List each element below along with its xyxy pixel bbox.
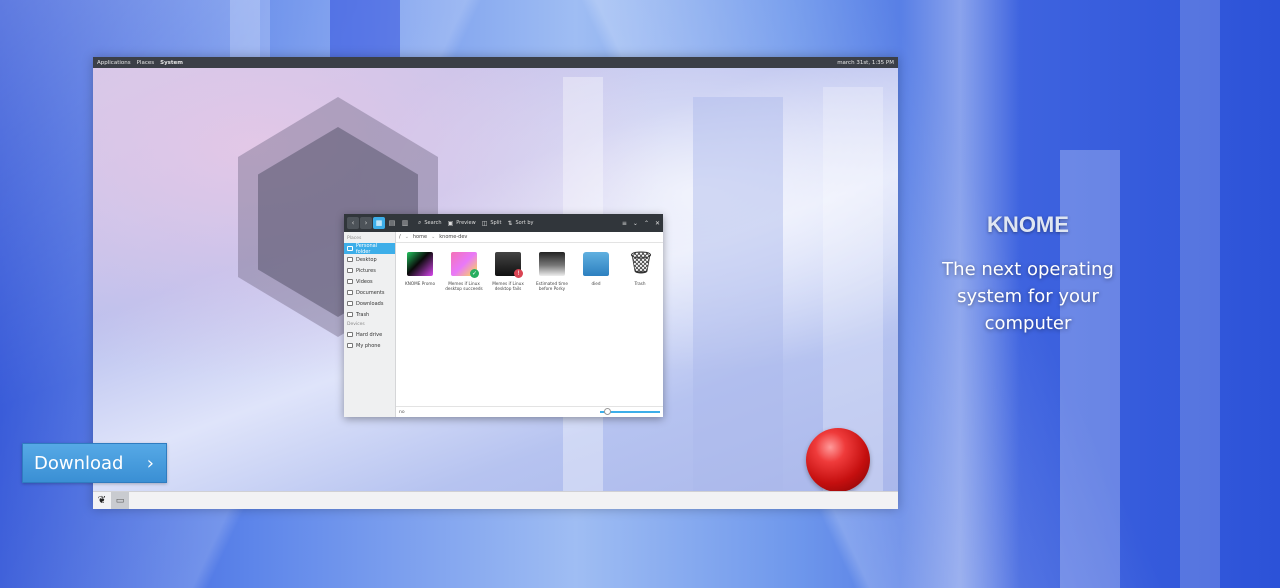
error-badge-icon: !	[514, 269, 523, 278]
brand-title: KNOME	[987, 212, 1069, 237]
sidebar-item-videos[interactable]: Videos	[344, 276, 395, 287]
search-icon: ⌕	[418, 219, 422, 226]
file-item[interactable]: ! Memes if Linux desktop fails	[488, 252, 528, 291]
file-manager-window: ‹ › ▦ ▤ ▥ ⌕ Search ▣ Preview ◫ Split ⇅ S…	[344, 214, 663, 417]
documents-icon	[347, 290, 353, 295]
gradient-file-icon	[539, 252, 565, 276]
minimize-icon[interactable]: ⌄	[633, 220, 638, 227]
file-item[interactable]: 🗑 Trash	[620, 252, 660, 291]
hamburger-menu-icon[interactable]: ≡	[622, 220, 627, 227]
forward-button[interactable]: ›	[360, 217, 372, 229]
maximize-icon[interactable]: ⌃	[644, 220, 649, 227]
file-manager-toolbar: ‹ › ▦ ▤ ▥ ⌕ Search ▣ Preview ◫ Split ⇅ S…	[344, 214, 663, 232]
icons-view-button[interactable]: ▦	[373, 217, 385, 229]
downloads-icon	[347, 301, 353, 306]
trash-icon	[347, 312, 353, 317]
menu-applications[interactable]: Applications	[97, 60, 131, 66]
status-text: no	[399, 409, 405, 415]
preview-button[interactable]: ▣ Preview	[448, 220, 476, 227]
sort-by-label: Sort by	[515, 220, 534, 226]
top-panel: Applications Places System march 31st, 1…	[93, 57, 898, 68]
file-item[interactable]: died	[576, 252, 616, 291]
status-bar: no	[396, 406, 663, 417]
red-orb-decoration	[806, 428, 870, 492]
taskbar-file-manager-icon[interactable]: ▭	[111, 491, 129, 509]
compact-view-button[interactable]: ▤	[386, 217, 398, 229]
sort-by-button[interactable]: ⇅ Sort by	[507, 220, 533, 227]
file-item[interactable]: KNOME Promo	[400, 252, 440, 291]
trash-icon: 🗑	[627, 251, 655, 276]
file-name: Trash	[634, 281, 646, 286]
home-icon	[347, 246, 353, 251]
zoom-slider[interactable]	[600, 408, 660, 415]
split-label: Split	[490, 220, 502, 226]
desktop-icon	[347, 257, 353, 262]
bottom-panel: ❦ ▭	[93, 491, 898, 509]
sidebar-item-documents[interactable]: Documents	[344, 287, 395, 298]
folder-icon: !	[495, 252, 523, 278]
chevron-down-icon[interactable]: ⌄	[405, 234, 409, 240]
breadcrumb-knome-dev[interactable]: knome-dev	[439, 234, 467, 240]
sort-icon: ⇅	[507, 219, 513, 227]
file-name: KNOME Promo	[404, 281, 436, 286]
video-file-icon	[407, 252, 433, 276]
sidebar-item-my-phone[interactable]: My phone	[344, 340, 395, 351]
pictures-icon	[347, 268, 353, 273]
search-label: Search	[424, 220, 442, 226]
check-badge-icon: ✓	[470, 269, 479, 278]
chevron-down-icon[interactable]: ⌄	[431, 234, 435, 240]
image-folder-icon: ✓	[451, 252, 479, 278]
preview-label: Preview	[456, 220, 476, 226]
details-view-button[interactable]: ▥	[399, 217, 411, 229]
chevron-right-icon: ›	[146, 452, 154, 474]
search-button[interactable]: ⌕ Search	[418, 219, 442, 227]
sidebar-item-trash[interactable]: Trash	[344, 309, 395, 320]
sidebar-item-pictures[interactable]: Pictures	[344, 265, 395, 276]
devices-section-label: Devices	[347, 322, 365, 327]
sidebar-item-personal-folder[interactable]: Personal folder	[344, 243, 395, 255]
file-item[interactable]: Estimated time before Porky	[532, 252, 572, 291]
videos-icon	[347, 279, 353, 284]
desktop-screenshot: Applications Places System march 31st, 1…	[93, 57, 898, 509]
image-icon: ▣	[447, 219, 454, 227]
clock[interactable]: march 31st, 1:35 PM	[837, 60, 894, 66]
breadcrumb-home[interactable]: home	[413, 234, 427, 240]
phone-icon	[347, 343, 353, 348]
places-sidebar: Places Personal folder Desktop Pictures …	[344, 232, 396, 417]
menu-system[interactable]: System	[160, 60, 183, 66]
file-name: died	[591, 281, 601, 286]
download-label: Download	[34, 452, 124, 474]
file-name: Estimated time before Porky	[536, 281, 568, 292]
back-button[interactable]: ‹	[347, 217, 359, 229]
download-button[interactable]: Download ›	[22, 443, 167, 483]
zoom-slider-handle[interactable]	[604, 408, 611, 415]
sidebar-item-hard-drive[interactable]: Hard drive	[344, 329, 395, 340]
tagline: The next operating system for your compu…	[942, 259, 1114, 334]
file-item[interactable]: ✓ Memes if Linux desktop succeeds	[444, 252, 484, 291]
breadcrumb: / ⌄ home ⌄ knome-dev	[396, 232, 663, 243]
sidebar-item-desktop[interactable]: Desktop	[344, 254, 395, 265]
close-icon[interactable]: ✕	[655, 220, 660, 227]
hard-drive-icon	[347, 332, 353, 337]
file-name: Memes if Linux desktop succeeds	[445, 281, 483, 292]
file-name: Memes if Linux desktop fails	[492, 281, 524, 292]
folder-icon	[583, 252, 609, 276]
split-icon: ◫	[481, 219, 488, 227]
file-grid: KNOME Promo ✓ Memes if Linux desktop suc…	[396, 243, 663, 292]
file-view: / ⌄ home ⌄ knome-dev KNOME Promo ✓ Memes…	[396, 232, 663, 417]
gnome-foot-icon[interactable]: ❦	[93, 492, 111, 510]
split-button[interactable]: ◫ Split	[482, 220, 502, 227]
breadcrumb-root[interactable]: /	[399, 234, 401, 240]
sidebar-item-downloads[interactable]: Downloads	[344, 298, 395, 309]
menu-places[interactable]: Places	[137, 60, 155, 66]
